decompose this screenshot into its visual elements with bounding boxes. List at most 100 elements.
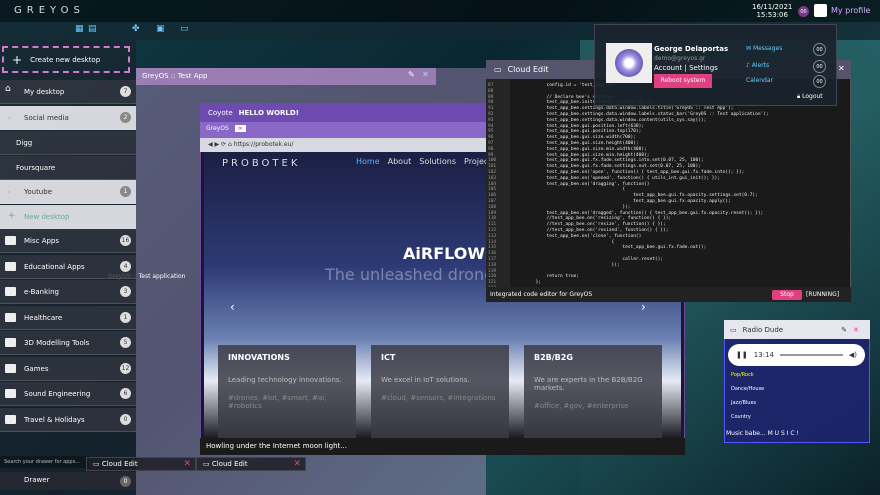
- radio-status: Music babe... M U S I C !: [726, 430, 799, 437]
- drawer-button[interactable]: Drawer: [0, 472, 136, 490]
- chevron-right-icon: ›: [8, 188, 11, 196]
- card-title: ICT: [381, 353, 396, 362]
- hello-label: HELLO WORLD!: [238, 108, 299, 117]
- code-editor[interactable]: config.id = 'test_app_bee'; // Declare b…: [510, 79, 851, 287]
- sidebar-item-digg[interactable]: Digg: [0, 131, 136, 155]
- avatar-image: [615, 49, 643, 77]
- window-icon: ▭: [730, 325, 737, 334]
- nav-home[interactable]: Home: [356, 157, 380, 166]
- calendar-link[interactable]: Calendar: [746, 77, 773, 84]
- infinity-icon: ∞: [234, 125, 246, 132]
- count-badge: 1: [120, 186, 131, 197]
- seek-bar[interactable]: [779, 354, 843, 356]
- paw-icon[interactable]: ✤: [132, 24, 142, 34]
- pause-icon[interactable]: ❚❚: [736, 351, 748, 359]
- top-bar: [0, 0, 880, 22]
- window-icon: ▭: [93, 460, 102, 468]
- back-icon[interactable]: ◀ ▶ ⟳ ⌂: [208, 141, 234, 148]
- desktop-icon[interactable]: ▦: [75, 24, 85, 34]
- station-jazz-blues[interactable]: Jazz/Blues: [731, 400, 756, 406]
- pencil-icon[interactable]: ✎: [408, 70, 415, 79]
- alerts-label: Alerts: [751, 62, 770, 69]
- sidebar-item-youtube[interactable]: › Youtube 1: [0, 180, 136, 204]
- sidebar-item-my-desktop[interactable]: ⌂ My desktop 7: [0, 80, 136, 104]
- tab-label: GreyOS: [206, 125, 229, 132]
- greyos-logo: GREYOS: [14, 5, 85, 16]
- nav-solutions[interactable]: Solutions: [419, 157, 456, 166]
- card-innovations[interactable]: INNOVATIONS Leading technology innovation…: [218, 345, 356, 438]
- station-dance-house[interactable]: Dance/House: [731, 386, 764, 392]
- user-email: demo@greyos.gr: [654, 55, 706, 62]
- clock: 16/11/2021 15:53:06: [752, 3, 792, 19]
- sidebar-item-label: Travel & Holidays: [24, 415, 85, 424]
- test-app-titlebar[interactable]: GreyOS :: Test App: [136, 68, 436, 85]
- messages-link[interactable]: ✉ Messages: [746, 45, 782, 52]
- sidebar-item-label: My desktop: [24, 87, 65, 96]
- card-tags: #office, #gov, #enterprise: [534, 402, 629, 410]
- radio-titlebar[interactable]: ▭ Radio Dude ✎ ✕: [724, 320, 870, 339]
- taskbar-item-cloud-edit[interactable]: ▭ Cloud Edit ✕: [86, 457, 196, 471]
- sidebar-item-label: Social media: [24, 113, 69, 122]
- volume-icon[interactable]: ◀): [849, 351, 857, 359]
- sidebar-item-foursquare[interactable]: Foursquare: [0, 156, 136, 180]
- chevron-right-icon: ›: [8, 114, 11, 122]
- audio-player[interactable]: ❚❚ 13:14 ◀): [728, 344, 865, 366]
- logout-button[interactable]: 🔒︎ Logout: [797, 93, 823, 101]
- account-settings-link[interactable]: Account | Settings: [654, 64, 718, 72]
- sidebar-item-new-desktop[interactable]: + New desktop: [0, 205, 136, 229]
- time: 15:53:06: [756, 11, 788, 19]
- profile-icon[interactable]: [814, 4, 827, 17]
- sidebar-item-social-media[interactable]: › Social media 2: [0, 106, 136, 130]
- next-slide-icon[interactable]: ›: [641, 300, 646, 314]
- card-ict[interactable]: ICT We excel in IoT solutions. #cloud, #se…: [371, 345, 509, 438]
- pencil-icon[interactable]: ✎: [841, 326, 847, 334]
- sidebar-item-sound-engineering[interactable]: Sound Engineering 6: [0, 382, 136, 406]
- line-numbers: 87 88 89 90 91 92 93 94 95 96 97 98 99 1…: [486, 79, 510, 297]
- card-b2b[interactable]: B2B/B2G We are experts in the B2B/B2G mar…: [524, 345, 662, 438]
- avatar[interactable]: [606, 43, 652, 83]
- folder-icon[interactable]: ▣: [156, 24, 166, 34]
- count-badge: 1: [120, 312, 131, 323]
- card-text: We excel in IoT solutions.: [381, 376, 470, 384]
- sidebar-item-healthcare[interactable]: Healthcare 1: [0, 306, 136, 330]
- window-icon[interactable]: ▭: [180, 24, 190, 34]
- close-icon[interactable]: ✕: [838, 64, 845, 73]
- plus-icon: +: [12, 52, 23, 67]
- sidebar-item-3d-modelling[interactable]: 3D Modelling Tools 5: [0, 331, 136, 355]
- count-badge: 0: [120, 414, 131, 425]
- coyote-title: Coyote: [208, 108, 233, 117]
- taskbar-item-cloud-edit-2[interactable]: ▭ Cloud Edit ✕: [196, 457, 306, 471]
- stop-button[interactable]: Stop: [772, 290, 802, 300]
- grid-icon[interactable]: ▤: [88, 24, 98, 34]
- card-title: B2B/B2G: [534, 353, 573, 362]
- station-pop-rock[interactable]: Pop/Rock: [731, 372, 754, 378]
- sidebar-item-educational-apps[interactable]: Educational Apps 4: [0, 255, 136, 279]
- close-icon[interactable]: ✕: [853, 326, 859, 334]
- sidebar-item-misc-apps[interactable]: Misc Apps 16: [0, 229, 136, 253]
- count-badge: 6: [120, 388, 131, 399]
- close-icon[interactable]: ✕: [183, 459, 191, 469]
- sidebar-item-travel[interactable]: Travel & Holidays 0: [0, 408, 136, 432]
- count-badge: 2: [120, 112, 131, 123]
- nav-about[interactable]: About: [388, 157, 412, 166]
- notification-badge[interactable]: 00: [798, 6, 809, 17]
- reboot-button[interactable]: Reboot system: [654, 74, 712, 88]
- sidebar-item-label: Foursquare: [16, 163, 56, 172]
- drawer-search-input[interactable]: Search your drawer for apps...: [0, 456, 90, 468]
- probotek-logo[interactable]: PROBOTEK: [222, 158, 300, 169]
- count-badge: 3: [120, 286, 131, 297]
- running-status: [RUNNING]: [806, 291, 840, 298]
- station-country[interactable]: Country: [731, 414, 751, 420]
- line-number-text: 87 88 89 90 91 92 93 94 95 96 97 98 99 1…: [488, 83, 497, 297]
- drawer-count: 0: [120, 476, 131, 487]
- taskbar-label: Cloud Edit: [101, 460, 138, 468]
- prev-slide-icon[interactable]: ‹: [230, 300, 235, 314]
- alerts-link[interactable]: ♪ Alerts: [746, 62, 769, 69]
- sidebar-item-e-banking[interactable]: e-Banking 3: [0, 280, 136, 304]
- sidebar-item-games[interactable]: Games 12: [0, 357, 136, 381]
- sidebar-item-label: Games: [24, 364, 49, 373]
- close-icon[interactable]: ✕: [293, 459, 301, 469]
- my-profile-link[interactable]: My profile: [831, 6, 870, 15]
- close-icon[interactable]: ✕: [422, 70, 429, 79]
- create-desktop-button[interactable]: + Create new desktop: [2, 46, 130, 73]
